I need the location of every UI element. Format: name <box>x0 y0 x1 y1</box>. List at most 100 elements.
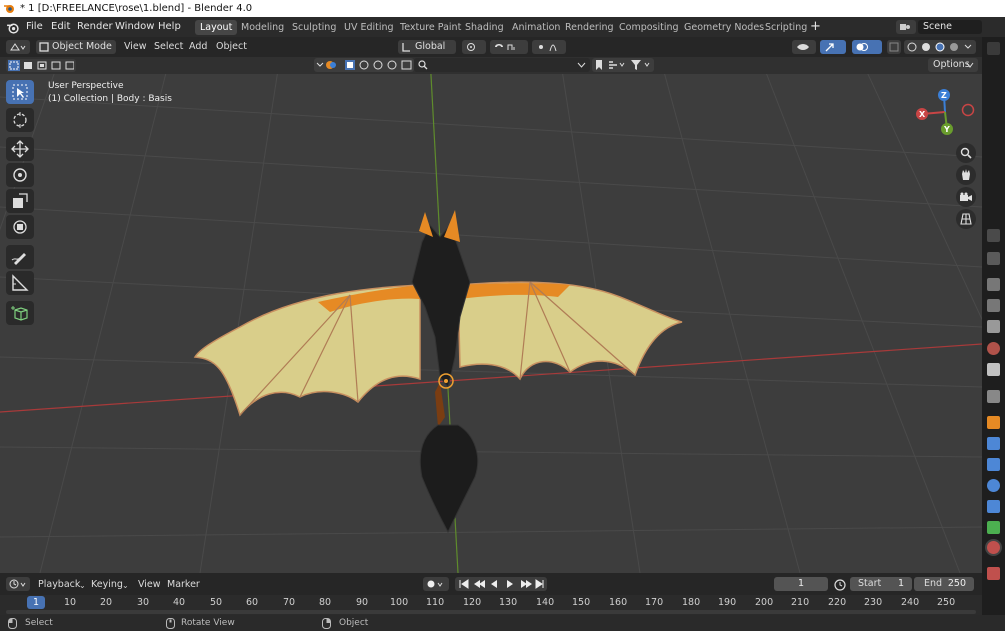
output-properties-icon[interactable] <box>987 278 1000 291</box>
filter-tools-group[interactable] <box>592 58 654 72</box>
3d-viewport[interactable]: User Perspective (1) Collection | Body :… <box>0 57 982 573</box>
start-frame-field[interactable]: Start 1 <box>850 577 912 591</box>
texture-properties-icon[interactable] <box>987 567 1000 580</box>
data-properties-icon[interactable] <box>987 521 1000 534</box>
transform-orientation-dropdown[interactable]: Global <box>398 40 456 54</box>
view-layer-properties-icon[interactable] <box>987 299 1000 312</box>
preview-range-clock-icon[interactable] <box>834 579 846 591</box>
menu-file[interactable]: File <box>26 17 43 37</box>
collection-properties-icon[interactable] <box>987 390 1000 403</box>
shading-mode-group[interactable] <box>904 40 976 54</box>
menu-render[interactable]: Render <box>77 17 113 37</box>
add-cube-tool[interactable] <box>6 301 34 325</box>
timeline-ruler[interactable]: 1 10 20 30 40 50 60 70 80 90 100 110 120… <box>0 595 982 615</box>
select-box-tool[interactable] <box>6 80 34 104</box>
annotate-tool[interactable] <box>6 245 34 269</box>
frame-tick: 30 <box>137 597 150 608</box>
snap-button[interactable] <box>490 40 528 54</box>
end-frame-field[interactable]: End 250 <box>914 577 974 591</box>
tab-compositing[interactable]: Compositing <box>614 20 684 35</box>
tab-geometry-nodes[interactable]: Geometry Nodes <box>679 20 769 35</box>
tab-uv-editing[interactable]: UV Editing <box>339 20 399 35</box>
tab-rendering[interactable]: Rendering <box>560 20 619 35</box>
menu-view[interactable]: View <box>124 40 147 54</box>
add-cube-icon <box>11 306 28 321</box>
render-properties-icon[interactable] <box>987 252 1000 265</box>
timeline-editor-type[interactable] <box>6 577 30 591</box>
scene-properties-icon[interactable] <box>987 363 1000 376</box>
tab-animation[interactable]: Animation <box>507 20 565 35</box>
pan-hand-icon[interactable] <box>956 165 976 185</box>
frame-tick: 170 <box>645 597 664 608</box>
menu-edit[interactable]: Edit <box>51 17 70 37</box>
tab-texture-paint[interactable]: Texture Paint <box>395 20 466 35</box>
xray-icon <box>889 42 899 52</box>
frame-tick: 220 <box>828 597 847 608</box>
current-frame-field[interactable]: 1 <box>774 577 828 591</box>
timeline-view-menu[interactable]: View <box>138 578 161 592</box>
add-workspace-icon[interactable]: + <box>810 17 821 37</box>
constraints-properties-icon[interactable] <box>987 500 1000 513</box>
scene-selector-button[interactable] <box>896 20 916 34</box>
orientation-label: Global <box>415 41 446 52</box>
timeline-marker-menu[interactable]: Marker <box>167 578 200 592</box>
playback-controls[interactable] <box>455 577 547 591</box>
scene-name-field[interactable]: Scene <box>918 20 982 34</box>
modifier-properties-icon[interactable] <box>987 437 1000 450</box>
object-properties-icon[interactable] <box>987 416 1000 429</box>
timeline-keying-menu[interactable]: Keying <box>91 578 123 592</box>
scene-icon <box>900 24 910 30</box>
menu-object[interactable]: Object <box>216 40 247 54</box>
view-layer-icon[interactable] <box>987 320 1000 333</box>
overlay-toggle[interactable] <box>852 40 882 54</box>
physics-properties-icon[interactable] <box>987 479 1000 492</box>
zoom-icon[interactable] <box>956 143 976 163</box>
camera-view-icon[interactable] <box>956 187 976 207</box>
pivot-point-button[interactable] <box>462 40 486 54</box>
gizmo-toggle[interactable] <box>820 40 846 54</box>
tab-layout[interactable]: Layout <box>195 20 238 35</box>
selection-mode-group[interactable] <box>6 59 76 72</box>
orthographic-grid-icon[interactable] <box>956 209 976 229</box>
rotate-tool[interactable] <box>6 163 34 187</box>
timeline-scrollbar[interactable] <box>6 610 976 614</box>
pencil-icon <box>11 253 26 265</box>
menu-help[interactable]: Help <box>158 17 181 37</box>
proportional-edit-button[interactable] <box>532 40 566 54</box>
search-field[interactable] <box>414 58 590 72</box>
visibility-toggle[interactable] <box>792 40 816 54</box>
xray-toggle[interactable] <box>887 40 901 54</box>
gizmo-x-label: X <box>919 110 926 119</box>
selection-mode-icons <box>8 60 74 71</box>
frame-tick: 110 <box>426 597 445 608</box>
frame-tick: 10 <box>64 597 77 608</box>
gizmo-arrow-icon <box>825 43 834 52</box>
gizmo-y-label: Y <box>944 125 950 134</box>
tab-shading[interactable]: Shading <box>460 20 509 35</box>
menu-select[interactable]: Select <box>154 40 183 54</box>
particles-properties-icon[interactable] <box>987 458 1000 471</box>
outliner-collapse-icon[interactable] <box>987 42 1000 55</box>
editor-type-button[interactable] <box>6 40 30 54</box>
tool-properties-icon[interactable] <box>987 229 1000 242</box>
object-type-visibility[interactable] <box>314 58 414 72</box>
transform-tool[interactable] <box>6 215 34 239</box>
move-tool[interactable] <box>6 137 34 161</box>
object-mode-dropdown[interactable]: Object Mode <box>36 40 116 54</box>
menu-add[interactable]: Add <box>189 40 207 54</box>
measure-tool[interactable] <box>6 271 34 295</box>
tab-modeling[interactable]: Modeling <box>236 20 289 35</box>
timeline-playback-menu[interactable]: Playback <box>38 578 80 592</box>
blender-menu-icon[interactable] <box>6 21 19 34</box>
cursor-tool[interactable] <box>6 108 34 132</box>
scale-tool[interactable] <box>6 189 34 213</box>
scale-icon <box>13 193 28 208</box>
material-properties-icon[interactable] <box>987 541 1000 554</box>
options-dropdown[interactable]: Options <box>928 58 978 72</box>
tab-sculpting[interactable]: Sculpting <box>287 20 341 35</box>
menu-window[interactable]: Window <box>115 17 154 37</box>
world-properties-icon[interactable] <box>987 342 1000 355</box>
object-mode-icon <box>39 42 49 52</box>
autokey-button[interactable] <box>423 577 449 591</box>
tab-scripting[interactable]: Scripting <box>760 20 812 35</box>
